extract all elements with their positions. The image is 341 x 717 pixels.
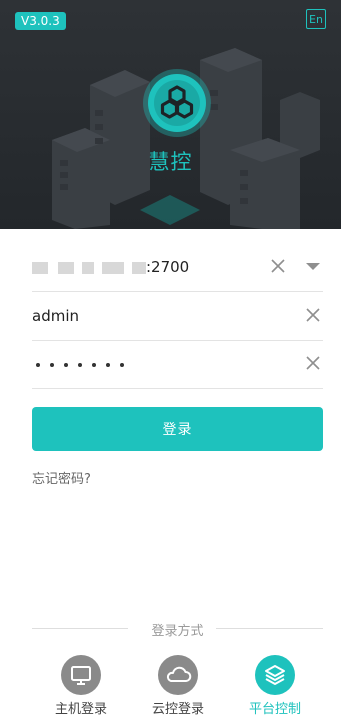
username-field[interactable]: admin xyxy=(32,293,323,341)
password-field[interactable] xyxy=(32,341,323,389)
clear-server-icon[interactable] xyxy=(268,256,288,276)
login-methods-divider: 登录方式 xyxy=(32,620,323,639)
forgot-password-link[interactable]: 忘记密码? xyxy=(32,468,91,487)
login-button[interactable]: 登录 xyxy=(32,407,323,451)
server-address-field[interactable]: :2700 xyxy=(32,244,323,292)
monitor-icon[interactable] xyxy=(61,655,101,695)
clear-password-icon[interactable] xyxy=(303,353,323,373)
cloud-login-label: 云控登录 xyxy=(151,702,204,717)
host-login-label: 主机登录 xyxy=(54,702,107,717)
divider-line-right xyxy=(216,628,323,629)
app-logo-icon xyxy=(143,69,211,137)
version-badge: V3.0.3 xyxy=(15,12,66,30)
platform-control-option[interactable]: 平台控制 xyxy=(240,655,310,717)
cloud-login-option[interactable]: 云控登录 xyxy=(143,655,213,717)
clear-username-icon[interactable] xyxy=(303,305,323,325)
hero-banner: V3.0.3 En 慧控 xyxy=(0,0,341,229)
platform-control-label: 平台控制 xyxy=(248,702,301,717)
server-dropdown-icon[interactable] xyxy=(303,256,323,276)
host-login-option[interactable]: 主机登录 xyxy=(46,655,116,717)
layers-icon[interactable] xyxy=(255,655,295,695)
login-methods-title: 登录方式 xyxy=(151,624,204,639)
server-port-text: :2700 xyxy=(146,258,190,276)
app-name: 慧控 xyxy=(148,150,193,174)
cloud-icon[interactable] xyxy=(158,655,198,695)
language-toggle-button[interactable]: En xyxy=(306,9,326,29)
username-input[interactable]: admin xyxy=(32,307,79,325)
